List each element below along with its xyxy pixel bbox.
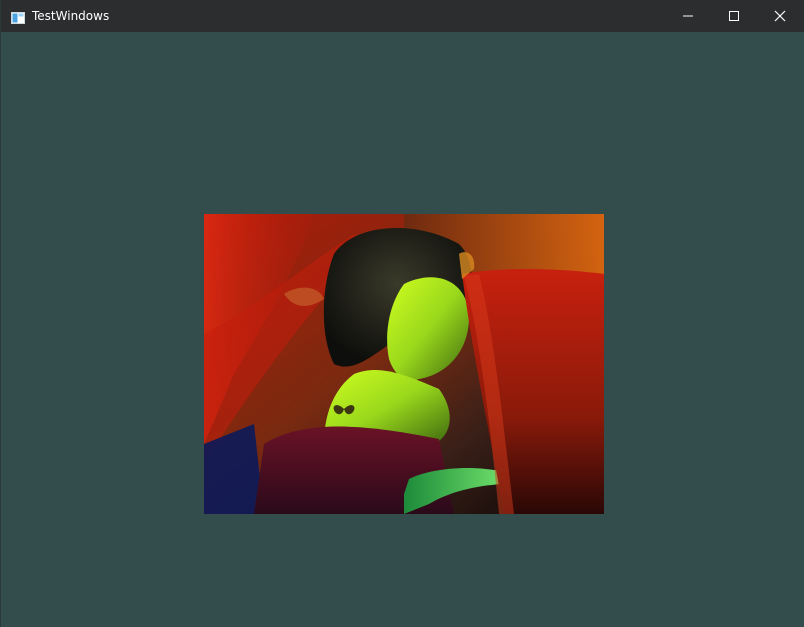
client-area (2, 32, 804, 627)
photo-image (204, 214, 604, 514)
minimize-icon (683, 11, 693, 21)
close-button[interactable] (757, 0, 803, 32)
maximize-icon (729, 11, 739, 21)
title-bar[interactable]: TestWindows (1, 0, 804, 32)
rendered-image (204, 214, 604, 514)
close-icon (774, 10, 786, 22)
maximize-button[interactable] (711, 0, 757, 32)
minimize-button[interactable] (665, 0, 711, 32)
app-window: TestWindows (0, 0, 804, 627)
window-app-icon (11, 9, 25, 24)
window-title: TestWindows (32, 9, 110, 23)
